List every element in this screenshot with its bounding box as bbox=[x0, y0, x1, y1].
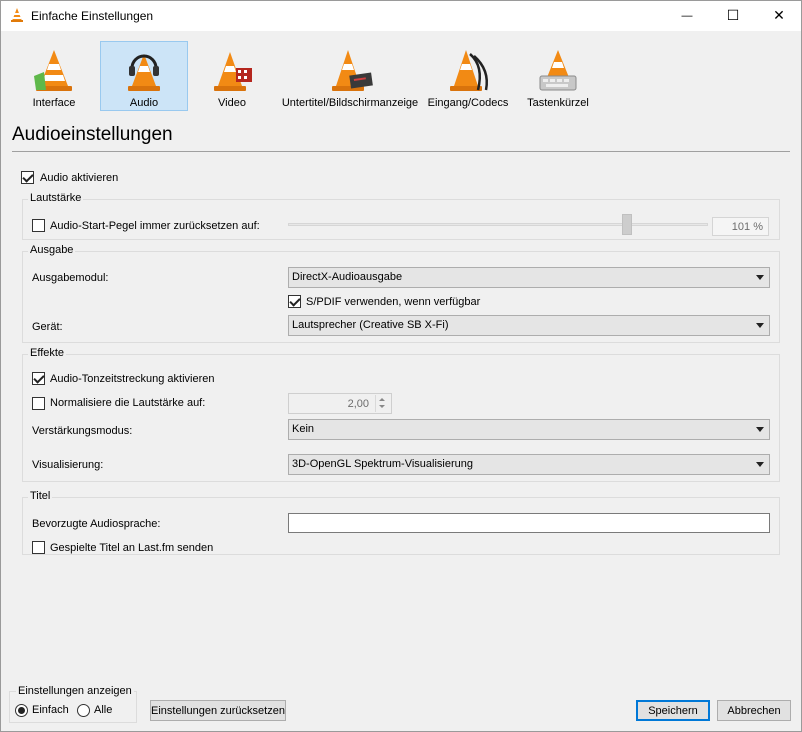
minimize-icon: — bbox=[681, 9, 693, 22]
chevron-down-icon bbox=[756, 462, 764, 467]
radio-simple-label: Einfach bbox=[32, 704, 69, 716]
audio-language-label: Bevorzugte Audiosprache: bbox=[32, 518, 161, 530]
tracks-group-title: Titel bbox=[28, 490, 53, 502]
radio-simple[interactable] bbox=[15, 704, 28, 717]
vlc-app-icon bbox=[11, 8, 23, 22]
radio-all-label: Alle bbox=[94, 704, 113, 716]
visualization-select[interactable]: 3D-OpenGL Spektrum-Visualisierung bbox=[288, 454, 770, 475]
minimize-button[interactable]: — bbox=[664, 0, 710, 31]
device-value: Lautsprecher (Creative SB X-Fi) bbox=[292, 319, 449, 331]
audio-enable-label: Audio aktivieren bbox=[40, 172, 119, 184]
visualization-value: 3D-OpenGL Spektrum-Visualisierung bbox=[292, 458, 473, 470]
save-button[interactable]: Speichern bbox=[636, 700, 710, 721]
device-label: Gerät: bbox=[32, 321, 63, 333]
tab-label: Untertitel/Bildschirmanzeige bbox=[281, 97, 419, 109]
tab-hotkeys[interactable]: Tastenkürzel bbox=[518, 41, 598, 111]
category-toolbar: Interface Audio Video Untertitel/Bildsch… bbox=[0, 31, 802, 113]
close-button[interactable]: ✕ bbox=[756, 0, 802, 31]
volume-value: 101 % bbox=[712, 217, 769, 236]
vlc-cone-headphones-icon bbox=[128, 54, 160, 91]
cancel-button[interactable]: Abbrechen bbox=[717, 700, 791, 721]
gain-select[interactable]: Kein bbox=[288, 419, 770, 440]
tab-audio[interactable]: Audio bbox=[100, 41, 188, 111]
tab-label: Tastenkürzel bbox=[527, 97, 589, 109]
volume-reset-label: Audio-Start-Pegel immer zurücksetzen auf… bbox=[50, 220, 260, 232]
gain-value: Kein bbox=[292, 423, 315, 435]
vlc-cone-film-icon bbox=[214, 52, 252, 91]
tab-video[interactable]: Video bbox=[196, 41, 268, 111]
title-bar: Einfache Einstellungen — ☐ ✕ bbox=[0, 0, 802, 31]
window-title: Einfache Einstellungen bbox=[31, 9, 154, 23]
output-module-label: Ausgabemodul: bbox=[32, 272, 109, 284]
audio-language-input[interactable] bbox=[288, 513, 770, 533]
audio-enable-checkbox[interactable] bbox=[21, 171, 34, 184]
volume-slider[interactable] bbox=[288, 223, 708, 226]
gain-label: Verstärkungsmodus: bbox=[32, 425, 133, 437]
show-settings-title: Einstellungen anzeigen bbox=[16, 685, 134, 697]
vlc-cone-interface-icon bbox=[34, 50, 72, 91]
normalize-checkbox[interactable] bbox=[32, 397, 45, 410]
tab-label: Video bbox=[218, 97, 246, 109]
spdif-checkbox[interactable] bbox=[288, 295, 301, 308]
reset-preferences-button[interactable]: Einstellungen zurücksetzen bbox=[150, 700, 286, 721]
tab-input-codecs[interactable]: Eingang/Codecs bbox=[426, 41, 510, 111]
output-group-title: Ausgabe bbox=[28, 244, 76, 256]
maximize-icon: ☐ bbox=[726, 7, 740, 23]
vlc-cone-keyboard-icon bbox=[539, 50, 577, 91]
tab-label: Interface bbox=[32, 97, 76, 109]
chevron-down-icon bbox=[756, 323, 764, 328]
timestretch-label: Audio-Tonzeitstreckung aktivieren bbox=[50, 373, 215, 385]
chevron-down-icon bbox=[756, 427, 764, 432]
effects-group-title: Effekte bbox=[28, 347, 67, 359]
normalize-spinbox[interactable]: 2,00 bbox=[288, 393, 392, 414]
lastfm-checkbox[interactable] bbox=[32, 541, 45, 554]
vlc-cone-subtitles-icon bbox=[332, 50, 373, 91]
visualization-label: Visualisierung: bbox=[32, 459, 104, 471]
lastfm-label: Gespielte Titel an Last.fm senden bbox=[50, 542, 214, 554]
maximize-button[interactable]: ☐ bbox=[710, 0, 756, 31]
normalize-value: 2,00 bbox=[347, 398, 369, 410]
output-module-value: DirectX-Audioausgabe bbox=[292, 271, 403, 283]
radio-all[interactable] bbox=[77, 704, 90, 717]
tab-label: Eingang/Codecs bbox=[427, 97, 509, 109]
output-module-select[interactable]: DirectX-Audioausgabe bbox=[288, 267, 770, 288]
tab-subtitles[interactable]: Untertitel/Bildschirmanzeige bbox=[280, 41, 420, 111]
volume-slider-thumb[interactable] bbox=[622, 214, 632, 235]
spin-arrows-icon[interactable] bbox=[375, 395, 389, 412]
device-select[interactable]: Lautsprecher (Creative SB X-Fi) bbox=[288, 315, 770, 336]
spdif-label: S/PDIF verwenden, wenn verfügbar bbox=[306, 296, 481, 308]
volume-group-title: Lautstärke bbox=[28, 192, 84, 204]
volume-reset-checkbox[interactable] bbox=[32, 219, 45, 232]
tab-label: Audio bbox=[129, 97, 159, 109]
normalize-label: Normalisiere die Lautstärke auf: bbox=[50, 397, 206, 409]
close-icon: ✕ bbox=[773, 7, 785, 23]
timestretch-checkbox[interactable] bbox=[32, 372, 45, 385]
chevron-down-icon bbox=[756, 275, 764, 280]
vlc-cone-cables-icon bbox=[450, 50, 488, 91]
page-title: Audioeinstellungen bbox=[12, 124, 173, 145]
tab-interface[interactable]: Interface bbox=[12, 41, 96, 111]
title-divider bbox=[12, 151, 790, 152]
